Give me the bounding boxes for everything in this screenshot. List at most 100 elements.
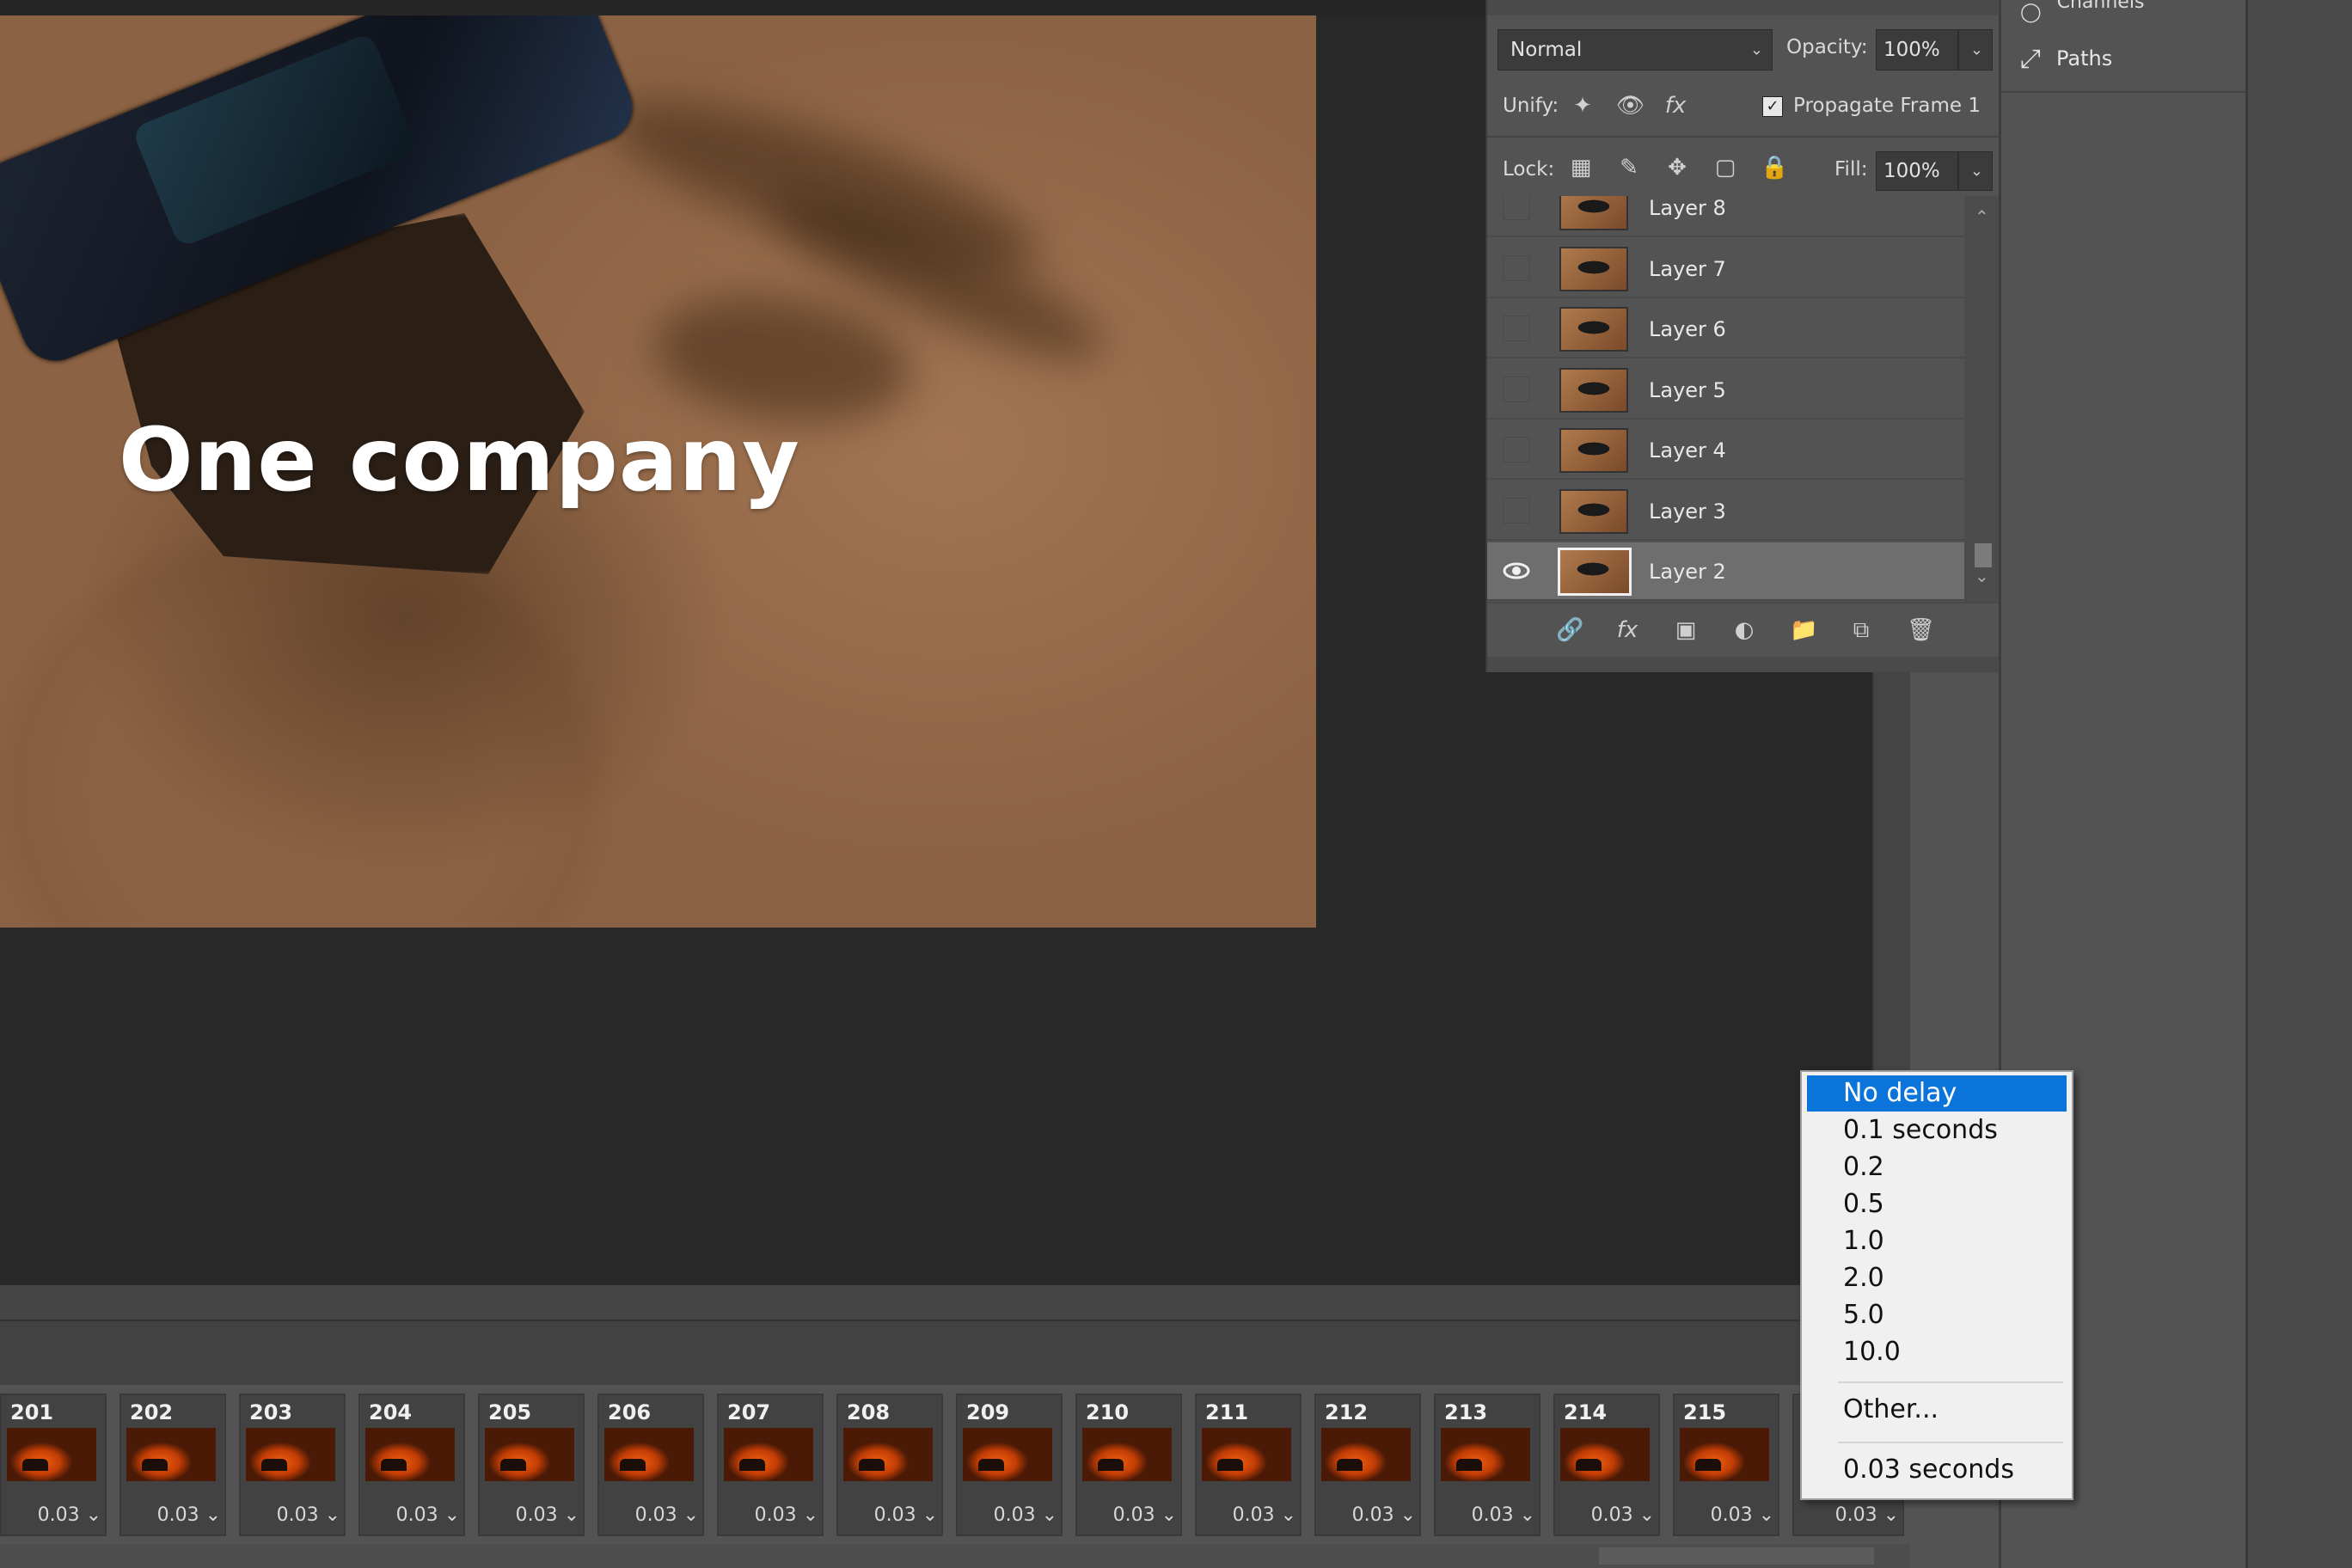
timeline-frame[interactable]: 209 0.03 ⌄ (956, 1393, 1063, 1536)
unify-position-icon[interactable]: ✦ (1570, 93, 1596, 119)
timeline-frame[interactable]: 212 0.03 ⌄ (1314, 1393, 1421, 1536)
unify-visibility-icon[interactable]: 👁 (1616, 93, 1645, 119)
layer-name[interactable]: Layer 7 (1649, 240, 1726, 298)
layer-thumbnail[interactable] (1559, 367, 1628, 413)
frame-delay-dropdown[interactable]: 0.03 ⌄ (277, 1504, 340, 1526)
new-group-folder-icon[interactable]: 📁 (1790, 617, 1817, 643)
layer-list-scrollbar[interactable]: ⌃ ⌄ (1964, 196, 2000, 602)
lock-transparent-pixels-icon[interactable]: ▦ (1568, 155, 1594, 181)
frame-delay-dropdown[interactable]: 0.03 ⌄ (635, 1504, 699, 1526)
timeline-frame[interactable]: 208 0.03 ⌄ (836, 1393, 943, 1536)
layer-name[interactable]: Layer 5 (1649, 361, 1726, 420)
timeline-frame[interactable]: 207 0.03 ⌄ (717, 1393, 824, 1536)
layer-name[interactable]: Layer 2 (1649, 542, 1726, 601)
layer-name[interactable]: Layer 3 (1649, 482, 1726, 541)
frame-delay-dropdown[interactable]: 0.03 ⌄ (874, 1504, 938, 1526)
visibility-toggle[interactable] (1503, 254, 1530, 281)
lock-artboard-icon[interactable]: ▢ (1712, 155, 1738, 181)
frame-delay-dropdown[interactable]: 0.03 ⌄ (1591, 1504, 1655, 1526)
layer-name[interactable]: Layer 8 (1649, 196, 1726, 237)
timeline-frame[interactable]: 211 0.03 ⌄ (1195, 1393, 1302, 1536)
visibility-toggle[interactable] (1503, 437, 1530, 462)
layer-thumbnail[interactable] (1559, 428, 1628, 473)
timeline-scrollbar[interactable] (0, 1544, 1910, 1568)
layer-thumbnail[interactable] (1559, 246, 1628, 291)
frame-delay-dropdown[interactable]: 0.03 ⌄ (1835, 1504, 1899, 1526)
layer-thumbnail[interactable] (1559, 307, 1628, 352)
visibility-toggle[interactable] (1503, 315, 1530, 341)
layer-row[interactable]: Layer 2 (1487, 542, 1964, 601)
layer-thumbnail[interactable] (1559, 488, 1628, 534)
channels-panel-tab[interactable]: ◯ Channels (2001, 0, 2245, 24)
fill-field[interactable]: 100% (1876, 151, 1958, 191)
layer-row[interactable]: Layer 7 (1487, 239, 1964, 298)
delay-menu-item[interactable]: 10.0 (1807, 1334, 2067, 1370)
delay-menu-item[interactable]: 0.5 (1807, 1186, 2067, 1222)
scroll-up-icon[interactable]: ⌃ (1975, 206, 1989, 227)
layers-panel-resize-strip[interactable] (1487, 657, 2000, 672)
visibility-toggle[interactable] (1503, 497, 1530, 524)
delay-menu-item[interactable]: No delay (1807, 1075, 2067, 1112)
adjustment-layer-icon[interactable]: ◐ (1731, 617, 1757, 643)
timeline-frame[interactable]: 210 0.03 ⌄ (1075, 1393, 1182, 1536)
frame-delay-dropdown[interactable]: 0.03 ⌄ (1352, 1504, 1416, 1526)
blend-mode-dropdown[interactable]: Normal ⌄ (1498, 29, 1773, 70)
canvas-image[interactable]: One company (0, 15, 1316, 928)
frame-delay-dropdown[interactable]: 0.03 ⌄ (157, 1504, 221, 1526)
frame-delay-dropdown[interactable]: 0.03 ⌄ (1711, 1504, 1774, 1526)
layer-thumbnail[interactable] (1559, 196, 1628, 230)
add-mask-icon[interactable]: ▣ (1673, 617, 1699, 643)
timeline-frame[interactable]: 213 0.03 ⌄ (1434, 1393, 1540, 1536)
timeline-frame[interactable]: 215 0.03 ⌄ (1673, 1393, 1779, 1536)
timeline-frame[interactable]: 201 0.03 ⌄ (0, 1393, 107, 1536)
link-layers-icon[interactable]: 🔗 (1556, 617, 1583, 643)
delay-menu-item[interactable]: 1.0 (1807, 1223, 2067, 1259)
frame-delay-dropdown[interactable]: 0.03 ⌄ (1472, 1504, 1535, 1526)
layer-row[interactable]: Layer 5 (1487, 360, 1964, 420)
layer-row[interactable]: Layer 4 (1487, 421, 1964, 480)
layer-row[interactable]: Layer 6 (1487, 300, 1964, 358)
frame-delay-dropdown[interactable]: 0.03 ⌄ (1113, 1504, 1177, 1526)
frame-delay-dropdown[interactable]: 0.03 ⌄ (38, 1504, 101, 1526)
frame-delay-dropdown[interactable]: 0.03 ⌄ (1233, 1504, 1296, 1526)
layer-style-icon[interactable]: fx (1614, 617, 1640, 643)
timeline-frame[interactable]: 204 0.03 ⌄ (358, 1393, 465, 1536)
lock-all-icon[interactable]: 🔒 (1761, 155, 1788, 181)
frame-delay-dropdown[interactable]: 0.03 ⌄ (994, 1504, 1057, 1526)
layer-thumbnail[interactable] (1558, 548, 1632, 596)
fill-dropdown-button[interactable]: ⌄ (1958, 151, 1993, 191)
visibility-toggle[interactable] (1503, 376, 1530, 402)
delay-menu-item[interactable]: 0.1 seconds (1807, 1112, 2067, 1148)
timeline-frame[interactable]: 206 0.03 ⌄ (597, 1393, 704, 1536)
layer-row[interactable]: Layer 8 (1487, 196, 1964, 237)
delay-menu-item[interactable]: 2.0 (1807, 1260, 2067, 1296)
frame-delay-dropdown[interactable]: 0.03 ⌄ (755, 1504, 818, 1526)
lock-position-icon[interactable]: ✥ (1664, 155, 1690, 181)
scroll-down-icon[interactable]: ⌄ (1975, 566, 1989, 586)
delay-menu-item[interactable]: 5.0 (1807, 1297, 2067, 1333)
scrollbar-thumb[interactable] (1975, 543, 1992, 567)
timeline-frame[interactable]: 203 0.03 ⌄ (239, 1393, 346, 1536)
frame-delay-dropdown[interactable]: 0.03 ⌄ (516, 1504, 579, 1526)
delay-menu-other[interactable]: Other... (1807, 1392, 2067, 1428)
paths-panel-tab[interactable]: ⤢ Paths (2001, 26, 2245, 93)
propagate-checkbox[interactable]: ✓ (1762, 96, 1783, 117)
trash-icon[interactable]: 🗑 (1907, 617, 1935, 643)
frame-delay-dropdown[interactable]: 0.03 ⌄ (396, 1504, 460, 1526)
opacity-dropdown-button[interactable]: ⌄ (1958, 29, 1993, 70)
delay-menu-item[interactable]: 0.2 (1807, 1149, 2067, 1185)
delay-menu-current[interactable]: 0.03 seconds (1807, 1452, 2067, 1488)
visibility-toggle[interactable] (1503, 196, 1530, 220)
lock-image-pixels-icon[interactable]: ✎ (1616, 155, 1642, 181)
opacity-field[interactable]: 100% (1876, 29, 1958, 70)
eye-visibility-icon[interactable] (1503, 558, 1530, 584)
unify-style-icon[interactable]: fx (1663, 93, 1688, 119)
layer-name[interactable]: Layer 4 (1649, 421, 1726, 480)
new-layer-icon[interactable]: ⧉ (1848, 617, 1874, 643)
timeline-frame[interactable]: 205 0.03 ⌄ (478, 1393, 585, 1536)
timeline-frame[interactable]: 202 0.03 ⌄ (119, 1393, 226, 1536)
timeline-frame[interactable]: 214 0.03 ⌄ (1553, 1393, 1660, 1536)
scrollbar-thumb[interactable] (1599, 1547, 1874, 1565)
layer-name[interactable]: Layer 6 (1649, 300, 1726, 358)
layer-row[interactable]: Layer 3 (1487, 481, 1964, 541)
